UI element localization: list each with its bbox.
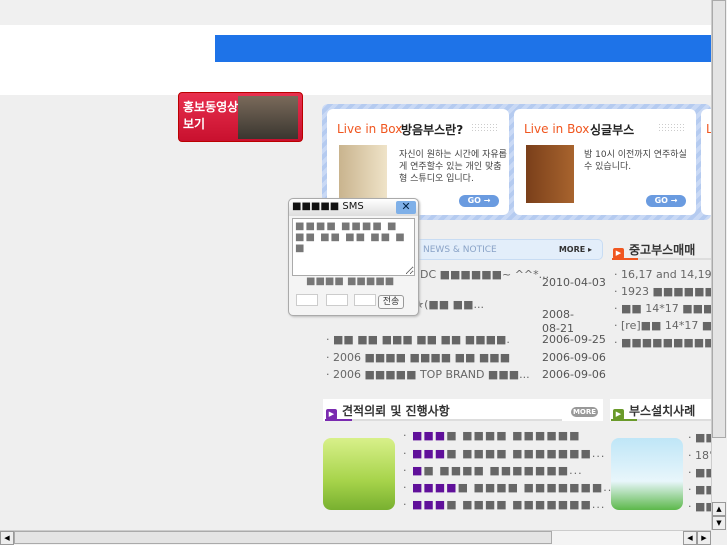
person-photo: [238, 96, 298, 139]
estimate-item[interactable]: · ■■■■■ ■■■■ ■■■■■■■...: [403, 481, 617, 494]
section-title: 부스설치사례: [629, 404, 696, 418]
phone-part-2[interactable]: [326, 294, 348, 306]
dots-decoration: [471, 123, 499, 133]
sms-title: ■■■■■ SMS: [292, 201, 364, 212]
sms-message-input[interactable]: ■■■■ ■■■■ ■ ■■ ■■ ■■ ■■ ■ ■: [292, 218, 415, 276]
go-button[interactable]: GO →: [459, 195, 499, 207]
promo-label: 홍보동영상 보기: [183, 100, 239, 131]
nav-bar[interactable]: [215, 35, 711, 62]
card-desc: 자신이 원하는 시간에 자유롭게 연주할수 있는 개인 맞춤형 스튜디오 입니다…: [399, 150, 507, 184]
phone-part-1[interactable]: [296, 294, 318, 306]
item-text: ■ ■■■■ ■■■■■■: [446, 429, 581, 442]
card-title: 싱글부스: [590, 123, 635, 137]
used-booth-heading[interactable]: ▶ 중고부스매매: [613, 241, 695, 259]
dots-decoration: [658, 123, 686, 133]
estimate-illustration: [323, 438, 395, 510]
item-text: ■ ■■■■ ■■■■■■■...: [446, 447, 606, 460]
card-title: 방음부스란?: [401, 123, 464, 137]
news-title-text: DC ■■■■■■~ ^^*...: [420, 268, 550, 281]
section-title: 견적의뢰 및 진행사항: [342, 404, 450, 418]
go-button[interactable]: GO →: [646, 195, 686, 207]
news-title: NEWS & NOTICE: [423, 245, 497, 255]
item-status: ■■■: [412, 429, 447, 442]
scroll-right-icon[interactable]: ▶: [697, 531, 711, 545]
news-title-text: 2006 ■■■■ ■■■■ ■■ ■■■: [333, 351, 511, 364]
promo-video-button[interactable]: 홍보동영상 보기: [178, 92, 303, 142]
item-text: ■ ■■■■ ■■■■■■■...: [446, 498, 606, 511]
phone-part-3[interactable]: [354, 294, 376, 306]
news-more-link[interactable]: MORE ▸: [559, 245, 592, 254]
item-status: ■■■: [412, 447, 447, 460]
item-text: ■■ 14*17 ■■■■: [621, 302, 724, 315]
news-item[interactable]: · ■■ ■■ ■■■ ■■ ■■ ■■■■. 2006-09-25: [326, 333, 606, 346]
section-title: 중고부스매매: [629, 243, 696, 257]
estimate-item[interactable]: · ■■■■ ■■■■ ■■■■■■: [403, 429, 581, 442]
scroll-left-icon[interactable]: ◀: [683, 531, 697, 545]
booth-card[interactable]: Live in Box 싱글부스 밤 10시 이전까지 연주하실수 있습니다. …: [514, 109, 696, 215]
card-desc: 밤 10시 이전까지 연주하실수 있습니다.: [584, 150, 687, 172]
sms-counter: ■■■■ ■■■■■: [306, 276, 395, 287]
send-button[interactable]: 전송: [378, 295, 404, 309]
scroll-left-icon[interactable]: ◀: [0, 531, 14, 545]
booth-image: [526, 145, 574, 203]
news-title-text: ■■ ■■ ■■■ ■■ ■■ ■■■■.: [333, 333, 510, 346]
brand-logo: Live in Box: [337, 122, 403, 136]
estimate-item[interactable]: · ■■■■ ■■■■ ■■■■■■■...: [403, 447, 605, 460]
sms-popup: ■■■■■ SMS ✕ ■■■■ ■■■■ ■ ■■ ■■ ■■ ■■ ■ ■ …: [288, 198, 419, 316]
booth-image: [339, 145, 387, 203]
news-date: 2008-08-21: [542, 308, 574, 335]
estimate-heading[interactable]: ▶ 견적의뢰 및 진행사항: [326, 402, 450, 420]
close-icon[interactable]: ✕: [396, 201, 416, 214]
news-date: 2006-09-06: [542, 351, 606, 364]
news-date: 2010-04-03: [542, 276, 606, 289]
news-date: 2006-09-06: [542, 368, 606, 381]
item-text: ■ ■■■■ ■■■■■■■...: [457, 481, 617, 494]
news-item[interactable]: DC ■■■■■■~ ^^*... 2010-04-03: [420, 268, 606, 289]
news-title-text: 2006 ■■■■■ TOP BRAND ■■■...: [333, 368, 530, 381]
scroll-down-icon[interactable]: ▼: [712, 516, 726, 530]
item-status: ■■■■: [412, 481, 458, 494]
horizontal-scroll-thumb[interactable]: [14, 531, 552, 544]
estimate-item[interactable]: · ■■ ■■■■ ■■■■■■■...: [403, 464, 583, 477]
item-status: ■: [412, 464, 424, 477]
estimate-item[interactable]: · ■■■■ ■■■■ ■■■■■■■...: [403, 498, 605, 511]
news-item[interactable]: · 2006 ■■■■ ■■■■ ■■ ■■■ 2006-09-06: [326, 351, 606, 364]
top-band: [0, 0, 711, 25]
item-status: ■■■: [412, 498, 447, 511]
install-heading[interactable]: ▶ 부스설치사례: [613, 402, 695, 420]
used-item[interactable]: · ■■ 14*17 ■■■■: [614, 302, 724, 315]
item-text: ■ ■■■■ ■■■■■■■...: [423, 464, 583, 477]
brand-logo: Live in Box: [524, 122, 590, 136]
news-date: 2006-09-25: [542, 333, 606, 346]
scroll-up-icon[interactable]: ▲: [712, 502, 726, 516]
vertical-scroll-thumb[interactable]: [712, 0, 726, 438]
install-illustration: [611, 438, 683, 510]
estimate-more-button[interactable]: MORE: [571, 407, 598, 417]
news-item[interactable]: · 2006 ■■■■■ TOP BRAND ■■■... 2006-09-06: [326, 368, 606, 381]
